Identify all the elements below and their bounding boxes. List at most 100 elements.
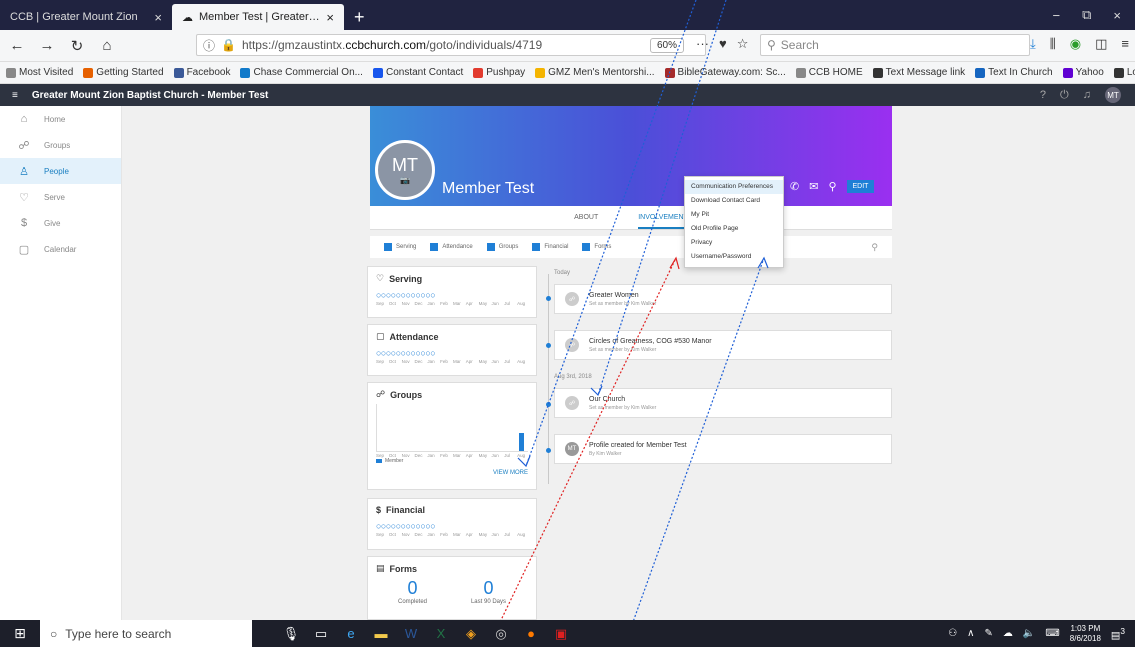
- pen-icon[interactable]: ✎: [984, 628, 992, 639]
- restore-icon[interactable]: ⧉: [1082, 7, 1091, 23]
- browser-search-input[interactable]: ⚲ Search: [760, 34, 1030, 56]
- timeline-item[interactable]: ☍ Circles of Greatness, COG #530 Manor Se…: [554, 330, 892, 360]
- volume-icon[interactable]: 🔈: [1023, 628, 1035, 639]
- file-explorer-icon[interactable]: ▬: [366, 620, 396, 647]
- sidebar-item-groups[interactable]: ☍ Groups: [0, 132, 121, 158]
- tab-involvement[interactable]: INVOLVEMENT: [638, 214, 688, 229]
- browser-tab-member-test[interactable]: ☁ Member Test | Greater Mount Z ×: [172, 4, 344, 30]
- filter-checkbox-attendance[interactable]: Attendance: [430, 243, 473, 251]
- bookmark-item[interactable]: Constant Contact: [372, 67, 463, 78]
- dropdown-item[interactable]: Username/Password: [685, 250, 783, 264]
- outlook-icon[interactable]: ◈: [456, 620, 486, 647]
- bookmark-star-icon[interactable]: ☆: [737, 36, 749, 52]
- download-icon[interactable]: ⤓: [1030, 36, 1036, 52]
- new-tab-button[interactable]: +: [344, 4, 375, 30]
- location-icon[interactable]: ⚲: [828, 180, 836, 193]
- home-icon[interactable]: ⌂: [96, 37, 118, 54]
- month-label: Feb: [440, 359, 448, 364]
- sidebar-item-serve[interactable]: ♡ Serve: [0, 184, 121, 210]
- dropdown-item[interactable]: Download Contact Card: [685, 194, 783, 208]
- close-window-icon[interactable]: ×: [1113, 8, 1121, 23]
- bookmark-item[interactable]: BibleGateway.com: Sc...: [664, 67, 786, 78]
- excel-icon[interactable]: X: [426, 620, 456, 647]
- acrobat-icon[interactable]: ▣: [546, 620, 576, 647]
- menu-icon[interactable]: ≡: [1121, 36, 1129, 52]
- dropdown-item[interactable]: My Pit: [685, 208, 783, 222]
- bookmark-item[interactable]: Facebook: [173, 67, 230, 78]
- tab-about[interactable]: ABOUT: [574, 214, 598, 221]
- chevron-up-icon[interactable]: ∧: [967, 628, 974, 639]
- bookmark-item[interactable]: GMZ Men's Mentorshi...: [535, 67, 655, 78]
- bookmark-item[interactable]: Most Visited: [6, 67, 73, 78]
- cortana-icon: ○: [50, 626, 58, 641]
- reload-icon[interactable]: ↻: [66, 37, 88, 55]
- close-icon[interactable]: ×: [154, 10, 162, 25]
- month-label: Jan: [427, 453, 435, 458]
- bell-icon[interactable]: ♫: [1083, 89, 1091, 101]
- bookmark-item[interactable]: Chase Commercial On...: [240, 67, 363, 78]
- zoom-level[interactable]: 60%: [650, 38, 685, 53]
- notifications-icon[interactable]: ▤3: [1111, 626, 1125, 641]
- bookmark-item[interactable]: Text Message link: [872, 67, 965, 78]
- timeline-item[interactable]: ☍ Our Church Set as member by Kim Walker: [554, 388, 892, 418]
- timeline-dot: [546, 343, 551, 348]
- cloud-icon[interactable]: ☁: [1003, 628, 1013, 639]
- windows-start-icon[interactable]: ⊞: [0, 620, 40, 647]
- firefox-icon[interactable]: ●: [516, 620, 546, 647]
- email-icon[interactable]: ✉: [809, 180, 818, 193]
- browser-tab-ccb[interactable]: CCB | Greater Mount Zion ×: [0, 4, 172, 30]
- bookmark-item[interactable]: Text In Church: [975, 67, 1053, 78]
- library-icon[interactable]: ⫼: [1050, 36, 1056, 52]
- sidebar-icon[interactable]: ◫: [1095, 36, 1107, 52]
- microphone-icon[interactable]: 🎙: [276, 620, 306, 647]
- bookmark-item[interactable]: Getting Started: [83, 67, 164, 78]
- extension-icon[interactable]: ◉: [1070, 36, 1081, 52]
- camera-icon[interactable]: 📷: [400, 176, 410, 185]
- sidebar-item-home[interactable]: ⌂ Home: [0, 106, 121, 132]
- more-icon[interactable]: ···: [696, 36, 709, 52]
- dropdown-item[interactable]: Communication Preferences: [685, 180, 783, 194]
- edit-button[interactable]: EDIT: [846, 180, 875, 193]
- timeline-item[interactable]: ☍ Greater Women Set as member by Kim Walk…: [554, 284, 892, 314]
- serving-card: ♡ Serving ○○○○○○○○○○○○ Sep Oct Nov Dec Jan Feb…: [367, 266, 537, 318]
- chrome-icon[interactable]: ◎: [486, 620, 516, 647]
- sidebar-item-give[interactable]: $ Give: [0, 210, 121, 236]
- help-icon[interactable]: ?: [1040, 89, 1046, 101]
- filter-checkbox-financial[interactable]: Financial: [532, 243, 568, 251]
- bookmark-item[interactable]: Yahoo: [1062, 67, 1104, 78]
- people-icon[interactable]: ⚇: [948, 628, 957, 639]
- filter-checkbox-forms[interactable]: Forms: [582, 243, 611, 251]
- word-icon[interactable]: W: [396, 620, 426, 647]
- view-more-link[interactable]: VIEW MORE: [376, 470, 528, 476]
- dropdown-item[interactable]: Old Profile Page: [685, 222, 783, 236]
- pocket-icon[interactable]: ♥: [719, 36, 727, 52]
- sidebar-item-people[interactable]: ♙ People: [0, 158, 121, 184]
- power-icon[interactable]: ⏻: [1060, 89, 1069, 102]
- search-icon[interactable]: ⚲: [871, 242, 892, 253]
- app-header: ≡ Greater Mount Zion Baptist Church - Me…: [0, 84, 1135, 106]
- sidebar-item-calendar[interactable]: ▢ Calendar: [0, 236, 121, 262]
- forward-icon[interactable]: →: [36, 37, 58, 54]
- avatar[interactable]: MT: [1105, 87, 1121, 103]
- month-label: May: [478, 359, 488, 364]
- bookmark-item[interactable]: Login: [1113, 67, 1135, 78]
- filter-checkbox-serving[interactable]: Serving: [384, 243, 416, 251]
- dropdown-item[interactable]: Privacy: [685, 236, 783, 250]
- url-bar[interactable]: ⓘ 🔒 https://gmzaustintx.ccbchurch.com/go…: [196, 34, 706, 56]
- profile-avatar[interactable]: MT 📷: [375, 140, 435, 200]
- close-icon[interactable]: ×: [326, 10, 334, 25]
- taskbar-search-input[interactable]: ○ Type here to search: [40, 620, 252, 647]
- back-icon[interactable]: ←: [6, 37, 28, 54]
- task-view-icon[interactable]: ▭: [306, 620, 336, 647]
- bookmark-item[interactable]: CCB HOME: [795, 67, 863, 78]
- keyboard-icon[interactable]: ⌨: [1045, 628, 1059, 639]
- timeline-item[interactable]: MT Profile created for Member Test By Kim…: [554, 434, 892, 464]
- phone-icon[interactable]: ✆: [790, 180, 799, 193]
- bookmark-item[interactable]: Pushpay: [473, 67, 525, 78]
- hamburger-menu-icon[interactable]: ≡: [12, 90, 18, 101]
- edge-icon[interactable]: e: [336, 620, 366, 647]
- minimize-icon[interactable]: −: [1053, 8, 1061, 23]
- filter-checkbox-groups[interactable]: Groups: [486, 243, 518, 251]
- info-icon[interactable]: ⓘ: [203, 37, 215, 54]
- taskbar-clock[interactable]: 1:03 PM 8/6/2018: [1070, 624, 1101, 644]
